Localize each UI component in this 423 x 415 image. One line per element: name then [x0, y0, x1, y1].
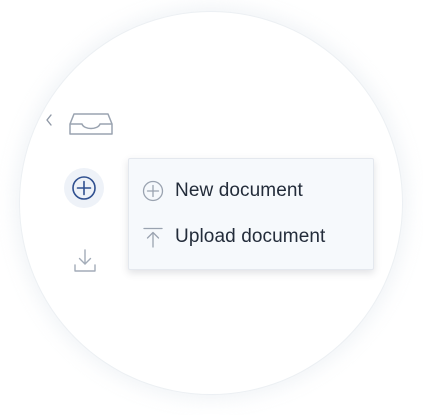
- app-stage: New document Upload document: [0, 0, 423, 415]
- upload-icon: [139, 223, 167, 251]
- menu-item-label: Upload document: [175, 226, 326, 247]
- menu-item-new-document[interactable]: New document: [129, 168, 373, 214]
- add-menu: New document Upload document: [128, 158, 374, 270]
- menu-item-upload-document[interactable]: Upload document: [129, 214, 373, 260]
- download-button[interactable]: [68, 244, 102, 278]
- chevron-left-icon: [46, 114, 52, 126]
- menu-item-label: New document: [175, 180, 303, 201]
- plus-circle-icon: [139, 177, 167, 205]
- inbox-button[interactable]: [66, 106, 116, 140]
- download-tray-icon: [74, 249, 96, 272]
- plus-circle-icon: [72, 176, 96, 200]
- inbox-tray-icon: [69, 113, 113, 135]
- add-button[interactable]: [64, 168, 104, 208]
- collapse-sidebar-button[interactable]: [42, 110, 56, 130]
